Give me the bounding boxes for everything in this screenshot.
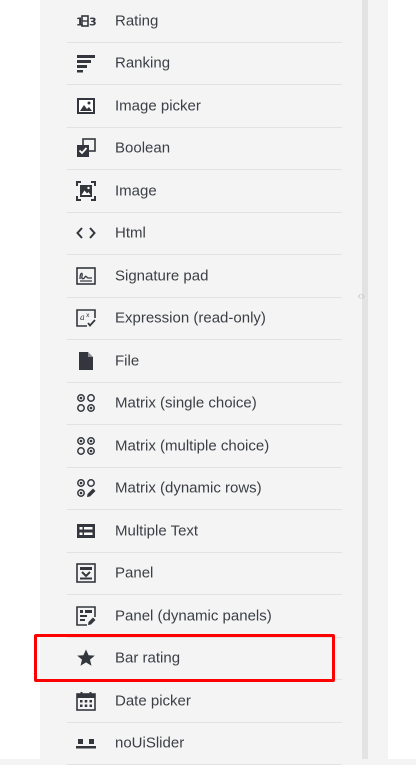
right-margin [388, 0, 416, 759]
toolbox-item-label: Boolean [115, 140, 170, 157]
splitter-area [368, 0, 388, 759]
toolbox-item-matrix-single[interactable]: Matrix (single choice) [67, 383, 342, 426]
left-margin [0, 0, 40, 759]
toolbox-item-label: Matrix (single choice) [115, 395, 257, 412]
toolbox-item-label: Multiple Text [115, 522, 198, 539]
toolbox-item-boolean[interactable]: Boolean [67, 128, 342, 171]
splitter-handle-icon[interactable]: ‹› [357, 289, 365, 303]
toolbox-item-label: Signature pad [115, 267, 208, 284]
panel-dynamic-icon [76, 606, 96, 626]
toolbox-item-image[interactable]: Image [67, 170, 342, 213]
toolbox-item-label: Rating [115, 12, 158, 29]
toolbox-item-rating[interactable]: 13 Rating [67, 0, 342, 43]
file-icon [76, 351, 96, 371]
ranking-icon [76, 53, 96, 73]
toolbox-item-label: File [115, 352, 139, 369]
svg-text:x: x [86, 312, 90, 319]
matrix-single-icon [76, 393, 96, 413]
svg-text:a: a [80, 313, 85, 322]
toolbox-item-label: Expression (read-only) [115, 310, 266, 327]
toolbox-item-signature-pad[interactable]: Signature pad [67, 255, 342, 298]
toolbox-item-label: Image [115, 182, 157, 199]
image-picker-icon [76, 96, 96, 116]
boolean-icon [76, 138, 96, 158]
svg-text:3: 3 [89, 15, 96, 28]
slider-icon [76, 733, 96, 753]
toolbox-item-label: Panel (dynamic panels) [115, 607, 272, 624]
toolbox-item-matrix-dynamic[interactable]: Matrix (dynamic rows) [67, 468, 342, 511]
matrix-multiple-icon [76, 436, 96, 456]
calendar-icon [76, 691, 96, 711]
toolbox-item-date-picker[interactable]: Date picker [67, 680, 342, 723]
toolbox-item-expression[interactable]: ax Expression (read-only) [67, 298, 342, 341]
toolbox-item-label: Image picker [115, 97, 201, 114]
multiple-text-icon [76, 521, 96, 541]
toolbox-item-html[interactable]: Html [67, 213, 342, 256]
html-icon [76, 223, 96, 243]
toolbox-item-multiple-text[interactable]: Multiple Text [67, 510, 342, 553]
matrix-dynamic-icon [76, 478, 96, 498]
toolbox-item-label: Panel [115, 565, 153, 582]
toolbox-list: 13 Rating Ranking Image picker Boolean I… [67, 0, 342, 765]
toolbox-item-label: Matrix (dynamic rows) [115, 480, 262, 497]
toolbox-item-label: noUiSlider [115, 735, 184, 752]
image-icon [76, 181, 96, 201]
toolbox-item-label: Matrix (multiple choice) [115, 437, 269, 454]
signature-pad-icon [76, 266, 96, 286]
toolbox-item-image-picker[interactable]: Image picker [67, 85, 342, 128]
star-icon [76, 648, 96, 668]
toolbox-item-label: Html [115, 225, 146, 242]
toolbox-item-matrix-multiple[interactable]: Matrix (multiple choice) [67, 425, 342, 468]
expression-icon: ax [76, 308, 96, 328]
toolbox-item-file[interactable]: File [67, 340, 342, 383]
toolbox-item-label: Ranking [115, 55, 170, 72]
toolbox-item-label: Date picker [115, 692, 191, 709]
toolbox-item-ranking[interactable]: Ranking [67, 43, 342, 86]
rating-icon: 13 [76, 11, 96, 31]
panel-icon [76, 563, 96, 583]
toolbox-item-label: Bar rating [115, 650, 180, 667]
toolbox-item-panel[interactable]: Panel [67, 553, 342, 596]
toolbox-item-panel-dynamic[interactable]: Panel (dynamic panels) [67, 595, 342, 638]
toolbox-item-bar-rating[interactable]: Bar rating [67, 638, 342, 681]
